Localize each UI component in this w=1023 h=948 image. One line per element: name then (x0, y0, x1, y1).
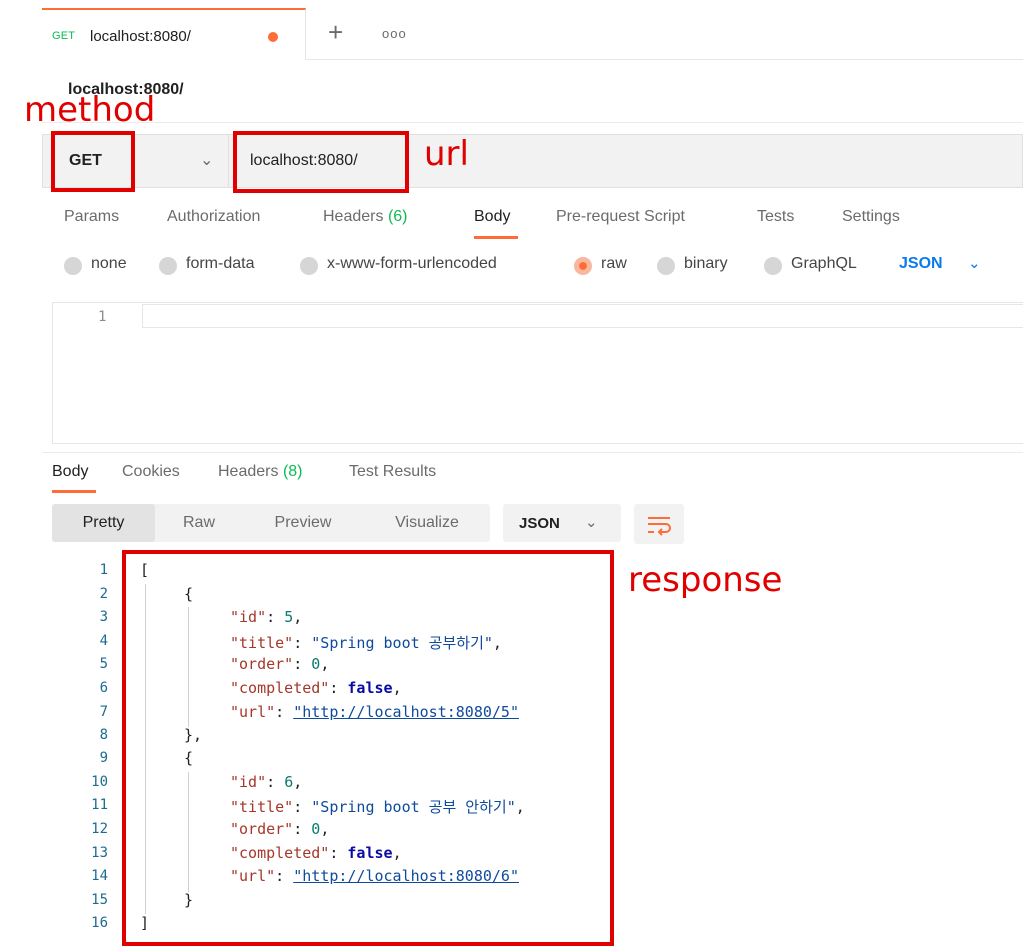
view-preview-button[interactable]: Preview (255, 504, 351, 542)
tab-headers[interactable]: Headers (6) (323, 208, 408, 226)
annotation-response-label: response (628, 560, 783, 600)
chevron-down-icon[interactable]: ⌄ (585, 513, 598, 531)
line-number: 15 (91, 892, 108, 908)
radio-none[interactable] (64, 257, 82, 275)
line-number: 3 (99, 609, 108, 625)
view-visualize-button[interactable]: Visualize (374, 504, 480, 542)
radio-form-data-label[interactable]: form-data (186, 255, 254, 273)
line-number: 14 (91, 868, 108, 884)
annotation-response-box (122, 550, 614, 946)
line-number: 16 (91, 915, 108, 931)
radio-binary-label[interactable]: binary (684, 255, 728, 273)
tab-headers-count: (6) (387, 208, 408, 225)
tab-pre-request-script[interactable]: Pre-request Script (556, 208, 685, 226)
view-pretty-button[interactable]: Pretty (52, 504, 155, 542)
line-number: 4 (99, 633, 108, 649)
body-format-select[interactable]: JSON (899, 255, 943, 273)
line-number: 2 (99, 586, 108, 602)
response-format-label[interactable]: JSON (519, 515, 560, 532)
response-tab-body[interactable]: Body (52, 463, 88, 481)
annotation-url-box (233, 131, 409, 193)
tab-headers-label: Headers (323, 208, 384, 225)
tab-settings[interactable]: Settings (842, 208, 900, 226)
divider (228, 134, 229, 188)
tab-authorization[interactable]: Authorization (167, 208, 260, 226)
radio-graphql[interactable] (764, 257, 782, 275)
active-tab-indicator (52, 490, 96, 493)
url-bar (42, 134, 1023, 188)
active-tab-indicator (474, 236, 518, 239)
radio-raw[interactable] (574, 257, 592, 275)
annotation-method-label: method (24, 90, 156, 130)
radio-x-www-form-urlencoded-label[interactable]: x-www-form-urlencoded (327, 255, 497, 273)
response-tab-headers-count: (8) (282, 463, 303, 480)
chevron-down-icon[interactable]: ⌄ (968, 254, 981, 272)
more-tabs-icon[interactable]: ooo (382, 26, 407, 41)
editor-current-line[interactable] (142, 304, 1023, 328)
radio-form-data[interactable] (159, 257, 177, 275)
line-number: 10 (91, 774, 108, 790)
wrap-lines-button[interactable] (634, 504, 684, 544)
annotation-url-label: url (424, 134, 469, 174)
view-raw-button[interactable]: Raw (160, 504, 238, 542)
line-number: 1 (98, 309, 107, 325)
tab-method-badge: GET (52, 30, 76, 42)
divider (42, 122, 1023, 123)
radio-binary[interactable] (657, 257, 675, 275)
line-number: 8 (99, 727, 108, 743)
line-number: 7 (99, 704, 108, 720)
radio-raw-label[interactable]: raw (601, 255, 627, 273)
divider (42, 452, 1023, 453)
line-number: 5 (99, 656, 108, 672)
radio-x-www-form-urlencoded[interactable] (300, 257, 318, 275)
chevron-down-icon[interactable]: ⌄ (200, 150, 213, 170)
line-number: 11 (91, 797, 108, 813)
response-tab-cookies[interactable]: Cookies (122, 463, 180, 481)
tab-body[interactable]: Body (474, 208, 510, 226)
response-tab-test-results[interactable]: Test Results (349, 463, 436, 481)
wrap-lines-icon (648, 517, 671, 536)
line-number: 1 (99, 562, 108, 578)
new-tab-plus-icon[interactable]: + (328, 19, 343, 45)
tab-bar: GET localhost:8080/ + ooo (42, 8, 1023, 60)
tab-tests[interactable]: Tests (757, 208, 794, 226)
tab-params[interactable]: Params (64, 208, 119, 226)
annotation-method-box (51, 131, 135, 192)
response-tab-headers[interactable]: Headers (8) (218, 463, 303, 481)
line-number: 6 (99, 680, 108, 696)
radio-none-label[interactable]: none (91, 255, 127, 273)
line-number: 9 (99, 750, 108, 766)
request-tab[interactable]: GET localhost:8080/ (42, 8, 306, 60)
line-number: 12 (91, 821, 108, 837)
line-number: 13 (91, 845, 108, 861)
response-tab-headers-label: Headers (218, 463, 279, 480)
tab-title: localhost:8080/ (90, 28, 191, 45)
unsaved-dot-icon (268, 32, 278, 42)
radio-graphql-label[interactable]: GraphQL (791, 255, 857, 273)
